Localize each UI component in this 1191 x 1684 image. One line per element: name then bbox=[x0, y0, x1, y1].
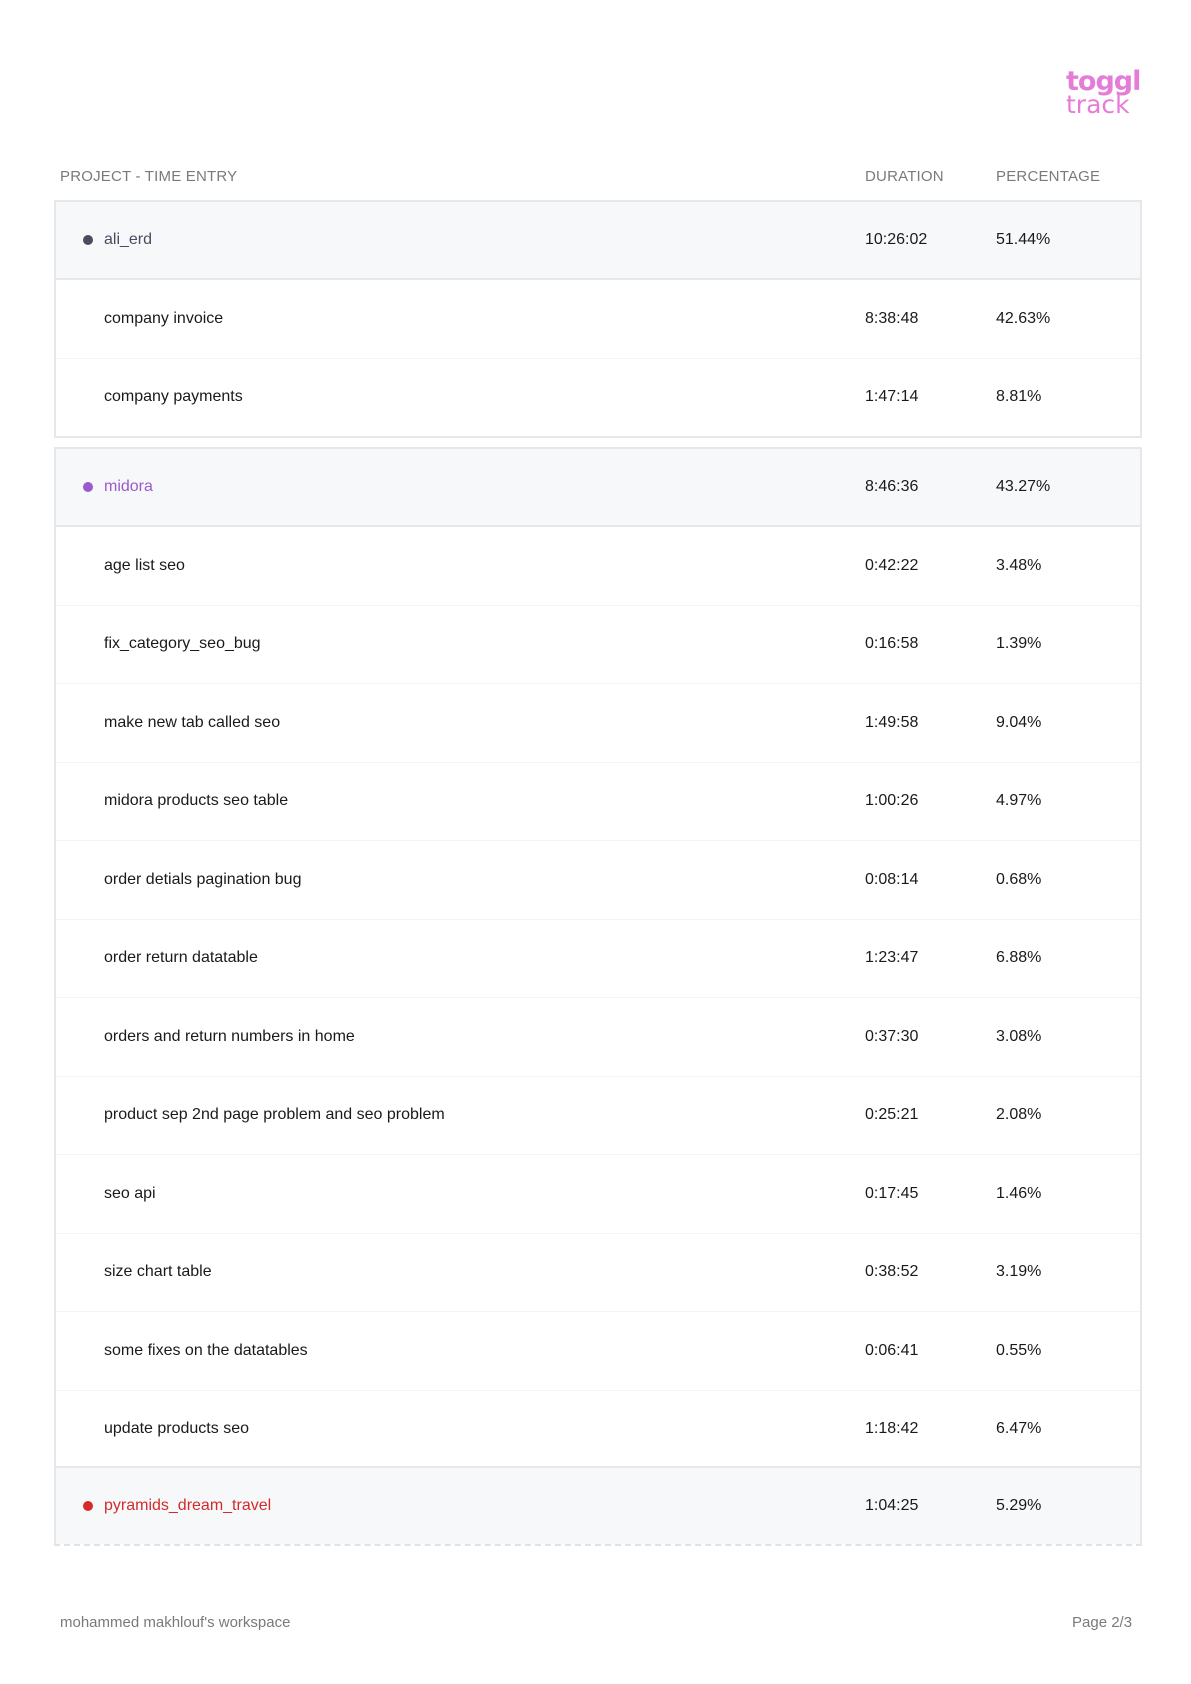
entry-name: some fixes on the datatables bbox=[104, 1341, 308, 1359]
entry-duration: 0:06:41 bbox=[865, 1341, 919, 1359]
footer-workspace-name: mohammed makhlouf's workspace bbox=[60, 1614, 291, 1631]
header-project-time-entry: PROJECT - TIME ENTRY bbox=[60, 168, 238, 185]
entry-name: order return datatable bbox=[104, 949, 258, 967]
time-entry-row: make new tab called seo 1:49:58 9.04% bbox=[56, 683, 1140, 762]
time-entry-row: seo api 0:17:45 1.46% bbox=[56, 1154, 1140, 1233]
time-entry-row: orders and return numbers in home 0:37:3… bbox=[56, 997, 1140, 1076]
project-percentage: 51.44% bbox=[996, 231, 1051, 248]
footer-page-number: Page 2/3 bbox=[1072, 1614, 1133, 1631]
project-color-dot-icon bbox=[83, 235, 93, 245]
project-group-pyramids-dream-travel: pyramids_dream_travel 1:04:25 5.29% bbox=[54, 1466, 1142, 1546]
entry-percentage: 6.88% bbox=[996, 949, 1042, 967]
time-entry-row: product sep 2nd page problem and seo pro… bbox=[56, 1075, 1140, 1155]
entry-name: company invoice bbox=[104, 309, 224, 327]
header-duration: DURATION bbox=[865, 168, 944, 185]
project-row: pyramids_dream_travel 1:04:25 5.29% bbox=[56, 1468, 1140, 1544]
entry-percentage: 3.19% bbox=[996, 1263, 1042, 1281]
entry-percentage: 9.04% bbox=[996, 713, 1042, 731]
project-percentage: 5.29% bbox=[996, 1497, 1042, 1514]
entry-percentage: 1.39% bbox=[996, 635, 1042, 653]
entry-name: size chart table bbox=[104, 1263, 212, 1281]
project-percentage: 43.27% bbox=[996, 478, 1051, 495]
project-row: midora 8:46:36 43.27% bbox=[56, 449, 1140, 527]
entry-percentage: 2.08% bbox=[996, 1106, 1042, 1124]
entry-name: midora products seo table bbox=[104, 792, 289, 810]
entry-percentage: 3.48% bbox=[996, 556, 1042, 574]
project-row: ali_erd 10:26:02 51.44% bbox=[56, 202, 1140, 280]
project-group-midora: midora 8:46:36 43.27% age list seo 0:42:… bbox=[54, 447, 1142, 1470]
entry-name: update products seo bbox=[104, 1420, 249, 1438]
entry-duration: 0:42:22 bbox=[865, 556, 919, 574]
entry-percentage: 8.81% bbox=[996, 388, 1042, 406]
entry-duration: 0:16:58 bbox=[865, 635, 919, 653]
table-header: PROJECT - TIME ENTRY DURATION PERCENTAGE bbox=[60, 168, 1148, 190]
toggl-track-logo: toggl track bbox=[1066, 68, 1142, 120]
entry-percentage: 0.55% bbox=[996, 1341, 1042, 1359]
time-entry-row: company invoice 8:38:48 42.63% bbox=[56, 280, 1140, 358]
entry-name: make new tab called seo bbox=[104, 713, 281, 731]
entry-duration: 1:47:14 bbox=[865, 388, 919, 406]
time-entry-row: order detials pagination bug 0:08:14 0.6… bbox=[56, 840, 1140, 919]
project-name: pyramids_dream_travel bbox=[104, 1497, 272, 1514]
entry-percentage: 0.68% bbox=[996, 870, 1042, 888]
time-entry-row: midora products seo table 1:00:26 4.97% bbox=[56, 761, 1140, 841]
project-duration: 1:04:25 bbox=[865, 1497, 919, 1514]
entry-percentage: 42.63% bbox=[996, 309, 1051, 327]
entry-duration: 0:38:52 bbox=[865, 1263, 919, 1281]
entry-percentage: 4.97% bbox=[996, 792, 1042, 810]
time-entry-row: some fixes on the datatables 0:06:41 0.5… bbox=[56, 1311, 1140, 1390]
entry-name: company payments bbox=[104, 388, 243, 406]
entry-duration: 1:00:26 bbox=[865, 792, 919, 810]
project-name: midora bbox=[104, 478, 153, 495]
time-entry-row: size chart table 0:38:52 3.19% bbox=[56, 1232, 1140, 1312]
entry-duration: 0:08:14 bbox=[865, 870, 919, 888]
entry-percentage: 6.47% bbox=[996, 1420, 1042, 1438]
entry-duration: 1:49:58 bbox=[865, 713, 919, 731]
entry-percentage: 1.46% bbox=[996, 1184, 1042, 1202]
entry-name: age list seo bbox=[104, 556, 185, 574]
entry-duration: 0:37:30 bbox=[865, 1027, 919, 1045]
time-entry-row: company payments 1:47:14 8.81% bbox=[56, 357, 1140, 437]
entry-percentage: 3.08% bbox=[996, 1027, 1042, 1045]
project-group-ali-erd: ali_erd 10:26:02 51.44% company invoice … bbox=[54, 200, 1142, 438]
time-entry-row: update products seo 1:18:42 6.47% bbox=[56, 1389, 1140, 1469]
entry-name: orders and return numbers in home bbox=[104, 1027, 355, 1045]
entry-duration: 8:38:48 bbox=[865, 309, 919, 327]
entry-duration: 0:17:45 bbox=[865, 1184, 919, 1202]
entry-name: fix_category_seo_bug bbox=[104, 635, 261, 653]
entry-duration: 1:18:42 bbox=[865, 1420, 919, 1438]
time-entry-row: fix_category_seo_bug 0:16:58 1.39% bbox=[56, 604, 1140, 684]
project-name: ali_erd bbox=[104, 231, 153, 248]
entry-name: seo api bbox=[104, 1184, 156, 1202]
header-percentage: PERCENTAGE bbox=[996, 168, 1101, 185]
project-duration: 10:26:02 bbox=[865, 231, 928, 248]
time-entry-row: order return datatable 1:23:47 6.88% bbox=[56, 918, 1140, 998]
project-color-dot-icon bbox=[83, 482, 93, 492]
project-duration: 8:46:36 bbox=[865, 478, 919, 495]
entry-duration: 0:25:21 bbox=[865, 1106, 919, 1124]
entry-name: product sep 2nd page problem and seo pro… bbox=[104, 1106, 445, 1124]
entry-name: order detials pagination bug bbox=[104, 870, 302, 888]
time-entry-row: age list seo 0:42:22 3.48% bbox=[56, 527, 1140, 605]
entry-duration: 1:23:47 bbox=[865, 949, 919, 967]
project-color-dot-icon bbox=[83, 1501, 93, 1511]
